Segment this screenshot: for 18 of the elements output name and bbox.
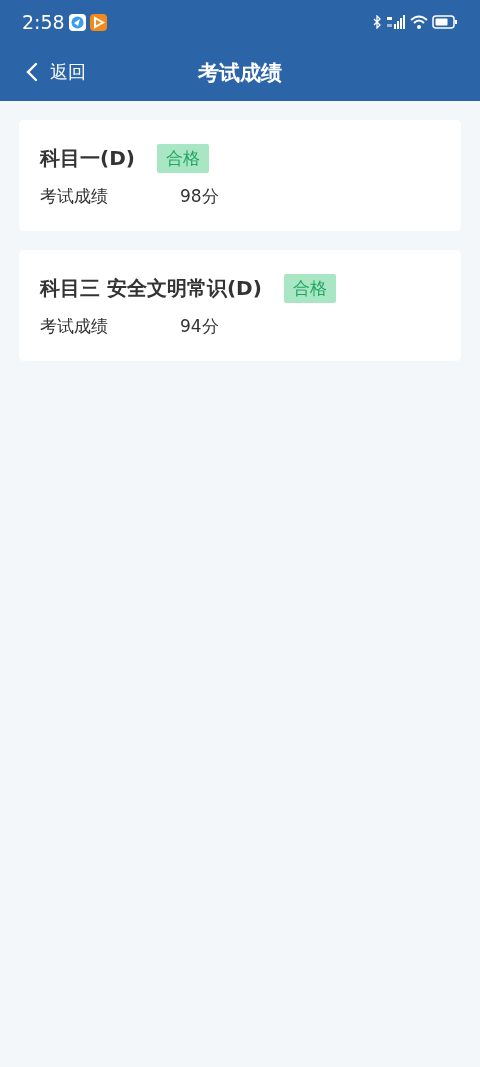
score-value: 98分 — [180, 184, 219, 208]
subject-title: 科目一(D) — [40, 144, 135, 172]
signal-icon — [386, 15, 406, 29]
app-icon — [68, 13, 86, 31]
score-label: 考试成绩 — [40, 314, 109, 338]
pass-badge: 合格 — [156, 143, 209, 173]
battery-icon — [432, 15, 458, 29]
status-time: 2:58 — [22, 11, 65, 33]
pass-badge: 合格 — [283, 273, 336, 303]
score-label: 考试成绩 — [40, 184, 109, 208]
score-value: 94分 — [180, 314, 219, 338]
chevron-left-icon — [26, 62, 38, 82]
back-button[interactable]: 返回 — [26, 60, 86, 84]
wifi-icon — [410, 15, 428, 29]
play-icon — [89, 13, 107, 31]
page-title: 考试成绩 — [198, 59, 282, 87]
subject-title: 科目三 安全文明常识(D) — [40, 274, 262, 302]
bluetooth-icon — [373, 15, 382, 29]
